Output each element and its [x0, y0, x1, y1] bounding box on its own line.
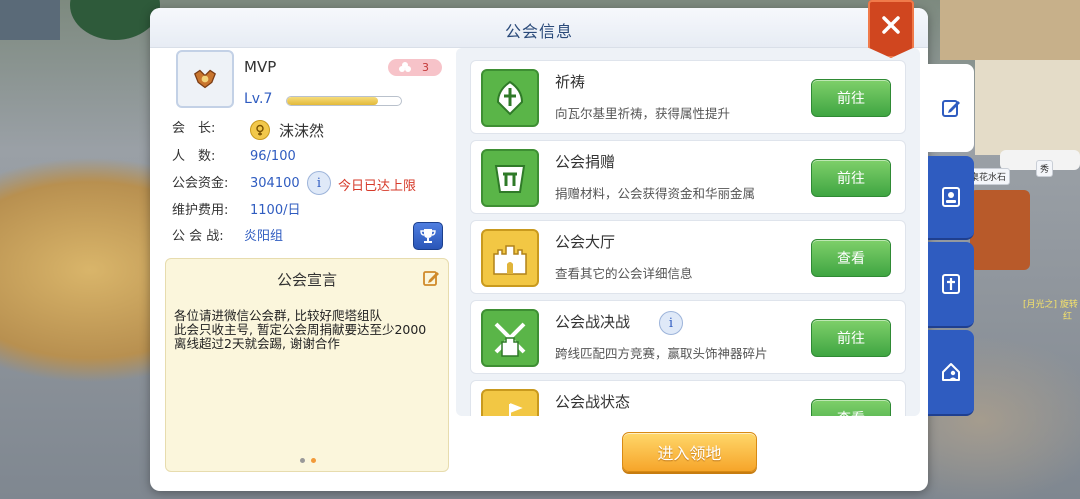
tab-guild-info[interactable]	[928, 64, 974, 152]
list-item-guild-war-final: 公会战决战 i 跨线匹配四方竞赛，赢取头饰神器碎片 前往	[470, 300, 906, 374]
view-guild-war-status-button[interactable]: 查看	[811, 399, 891, 416]
info-label: 公 会 战:	[172, 229, 224, 244]
level-progress-fill	[287, 97, 379, 105]
manifesto-title: 公会宣言	[276, 271, 337, 289]
page-dot	[300, 458, 305, 463]
info-label: 会 长:	[172, 121, 216, 136]
female-icon	[250, 120, 270, 140]
member-count: 96/100	[250, 149, 296, 164]
view-guild-hall-button[interactable]: 查看	[811, 239, 891, 277]
house-person-icon	[942, 363, 960, 381]
manifesto-text: 各位请进微信公会群, 比较好爬塔组队 此会只收主号, 暂定公会周捐献要达至少20…	[174, 308, 427, 351]
rank-value: 3	[422, 61, 429, 74]
guild-emblem-icon	[194, 69, 216, 89]
flower-icon	[399, 61, 411, 72]
tab-guild-territory[interactable]	[928, 330, 974, 416]
guild-war-group: 炎阳组	[244, 229, 284, 244]
list-item-donate: 公会捐赠 捐赠材料，公会获得资金和华丽金属 前往	[470, 140, 906, 214]
goto-donate-button[interactable]: 前往	[811, 159, 891, 197]
upkeep-cost: 1100/日	[250, 203, 301, 218]
list-item-guild-hall: 公会大厅 查看其它的公会详细信息 查看	[470, 220, 906, 294]
item-title: 祈祷	[555, 73, 586, 91]
goto-guild-war-final-button[interactable]: 前往	[811, 319, 891, 357]
guild-manifesto-panel: 公会宣言 各位请进微信公会群, 比较好爬塔组队 此会只收主号, 暂定公会周捐献要…	[165, 258, 449, 472]
tab-guild-church[interactable]	[928, 242, 974, 328]
list-item-guild-war-status: 公会战状态 查看	[470, 380, 906, 416]
trophy-icon	[420, 229, 436, 243]
background-label: 红	[1063, 312, 1073, 322]
edit-note-icon	[942, 100, 960, 117]
info-label: 维护费用:	[172, 203, 229, 218]
item-title: 公会战决战	[555, 313, 631, 331]
tab-members[interactable]	[928, 156, 974, 240]
donate-icon	[481, 149, 539, 207]
close-icon	[882, 16, 900, 34]
edit-icon[interactable]	[422, 269, 440, 287]
item-desc: 跨线匹配四方竞赛，赢取头饰神器碎片	[555, 346, 768, 361]
level-progress-bar	[286, 96, 402, 106]
castle-icon	[481, 229, 539, 287]
enter-territory-button[interactable]: 进入领地	[622, 432, 757, 472]
rank-badge: 3	[388, 59, 442, 76]
guild-feature-list[interactable]: 祈祷 向瓦尔基里祈祷，获得属性提升 前往 公会捐赠 捐赠材料，公会获得资金和华丽…	[456, 48, 920, 416]
guild-funds: 304100	[250, 176, 300, 191]
crossed-swords-castle-icon	[481, 309, 539, 367]
guild-war-trophy-button[interactable]	[413, 222, 443, 250]
info-label: 人 数:	[172, 149, 216, 164]
goto-pray-button[interactable]: 前往	[811, 79, 891, 117]
funds-info-icon[interactable]: i	[307, 171, 331, 195]
item-title: 公会战状态	[555, 393, 631, 411]
dialog-title: 公会信息	[504, 22, 573, 41]
pray-icon	[481, 69, 539, 127]
background-label: 秀	[1036, 160, 1054, 177]
item-title: 公会捐赠	[555, 153, 616, 171]
page-dot-active	[311, 458, 316, 463]
leader-name[interactable]: 沫沫然	[279, 120, 324, 141]
member-card-icon	[942, 187, 960, 207]
item-desc: 捐赠材料，公会获得资金和华丽金属	[555, 186, 756, 201]
dialog-header: 公会信息	[150, 8, 928, 48]
funds-limit-status: 今日已达上限	[338, 179, 417, 194]
item-title: 公会大厅	[555, 233, 616, 251]
cross-book-icon	[942, 274, 960, 294]
item-desc: 向瓦尔基里祈祷，获得属性提升	[555, 106, 731, 121]
item-desc: 查看其它的公会详细信息	[555, 266, 693, 281]
list-item-pray: 祈祷 向瓦尔基里祈祷，获得属性提升 前往	[470, 60, 906, 134]
guild-name: MVP	[244, 58, 277, 76]
page-indicator	[300, 458, 316, 463]
flag-castle-icon	[481, 389, 539, 416]
info-label: 公会资金:	[172, 176, 229, 191]
guild-emblem[interactable]	[176, 50, 234, 108]
close-button[interactable]	[868, 0, 914, 58]
guild-war-info-icon[interactable]: i	[659, 311, 683, 335]
guild-level: Lv.7	[244, 91, 273, 107]
